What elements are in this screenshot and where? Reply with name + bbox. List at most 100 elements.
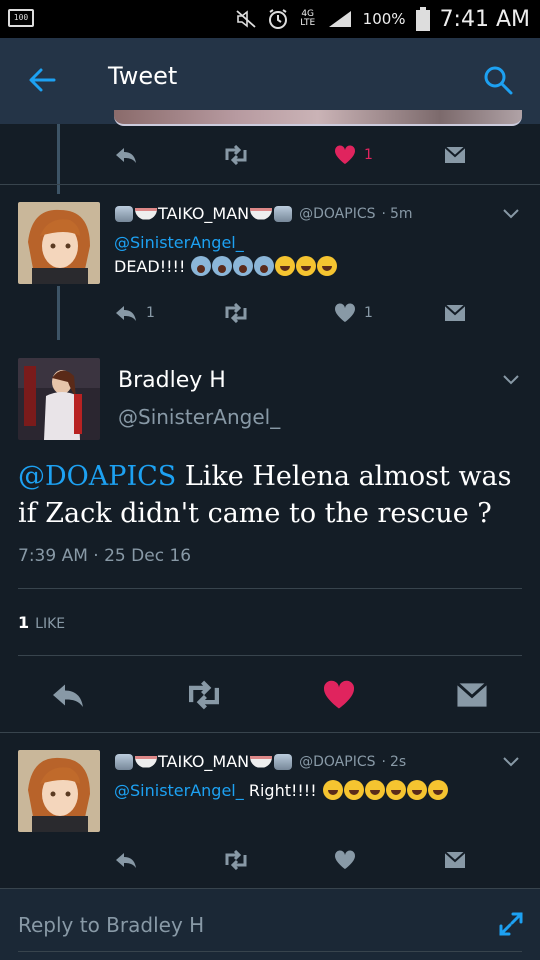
like-count: 1	[364, 147, 373, 163]
chevron-down-icon[interactable]	[502, 756, 520, 768]
display-name[interactable]: TAIKO_MAN	[158, 752, 249, 771]
retweet-button[interactable]	[222, 845, 250, 875]
envelope-icon	[444, 146, 466, 163]
reply-icon	[53, 684, 83, 707]
reply-input[interactable]: Reply to Bradley H	[18, 913, 204, 937]
laughing-emoji-icon	[275, 256, 296, 276]
retweet-button[interactable]	[222, 140, 250, 170]
dm-button[interactable]	[456, 670, 488, 720]
mountain-emoji-icon	[274, 205, 293, 222]
reply-count: 1	[146, 305, 155, 321]
username[interactable]: @SinisterAngel_	[118, 405, 280, 429]
reply-button[interactable]	[114, 140, 138, 170]
search-icon[interactable]	[482, 64, 514, 96]
chevron-down-icon[interactable]	[502, 208, 520, 220]
tweet-text: @SinisterAngel_ Right!!!!	[114, 780, 448, 802]
divider	[0, 732, 540, 733]
tweet-text: @DOAPICS Like Helena almost was if Zack …	[18, 458, 528, 532]
retweet-button[interactable]	[222, 298, 250, 328]
tweet-actions: 1	[114, 140, 474, 170]
avatar[interactable]	[18, 750, 100, 832]
mountain-emoji-icon	[115, 205, 133, 222]
reply-button[interactable]: 1	[114, 298, 155, 328]
tweet-date: 25 Dec 16	[104, 546, 192, 566]
divider	[18, 655, 522, 656]
like-button[interactable]	[322, 670, 356, 720]
laughing-emoji-icon	[317, 256, 338, 276]
username[interactable]: @DOAPICS	[299, 206, 375, 222]
back-arrow-icon[interactable]	[24, 62, 60, 98]
mention-link[interactable]: @SinisterAngel_	[114, 781, 244, 800]
page-title: Tweet	[108, 62, 178, 90]
relative-time: 2s	[389, 753, 407, 770]
ramen-emoji-icon	[250, 755, 273, 768]
separator-dot: ·	[93, 546, 105, 566]
retweet-button[interactable]	[184, 670, 224, 720]
reply-icon	[116, 306, 136, 321]
scream-emoji-icon	[212, 256, 233, 276]
envelope-icon	[444, 304, 466, 321]
like-count: 1	[364, 305, 373, 321]
like-total: 1	[18, 613, 30, 632]
retweet-icon	[189, 680, 219, 710]
envelope-icon	[456, 682, 488, 707]
mention-link[interactable]: @DOAPICS	[18, 461, 176, 492]
laughing-emoji-icon	[322, 780, 343, 800]
tweet-text: DEAD!!!!	[114, 256, 338, 278]
reply-composer: Reply to Bradley H	[0, 888, 540, 960]
reply-icon	[116, 148, 136, 163]
media-image-cropped[interactable]	[114, 110, 522, 126]
like-button[interactable]: 1	[334, 140, 373, 170]
laughing-emoji-icon	[406, 780, 427, 800]
tweet-timestamp: 7:39 AM · 25 Dec 16	[18, 546, 191, 566]
mountain-emoji-icon	[115, 753, 133, 770]
like-button[interactable]	[334, 845, 356, 875]
laughing-emoji-icon	[364, 780, 385, 800]
retweet-icon	[225, 850, 247, 870]
tweet-actions	[114, 845, 474, 875]
ramen-emoji-icon	[135, 755, 157, 768]
envelope-icon	[444, 851, 466, 868]
retweet-icon	[225, 303, 247, 323]
relative-time: 5m	[389, 205, 413, 222]
divider	[18, 588, 522, 589]
expand-icon[interactable]	[498, 911, 524, 937]
signal-icon	[328, 11, 351, 27]
avatar[interactable]	[18, 358, 100, 440]
separator-dot: ·	[381, 205, 386, 222]
tweet-header: TAIKO_MAN @DOAPICS · 5m	[114, 204, 413, 223]
dm-button[interactable]	[444, 140, 466, 170]
retweet-icon	[225, 145, 247, 165]
tweet-actions: 1 1	[114, 298, 474, 328]
likes-summary[interactable]: 1 LIKE	[18, 613, 65, 632]
chevron-down-icon[interactable]	[502, 374, 520, 386]
scream-emoji-icon	[191, 256, 212, 276]
mute-icon	[236, 10, 256, 28]
mention-link[interactable]: @SinisterAngel_	[114, 233, 244, 252]
reply-button[interactable]	[50, 670, 86, 720]
battery-icon	[415, 7, 430, 31]
like-label: LIKE	[35, 616, 66, 632]
dm-button[interactable]	[444, 845, 466, 875]
dm-button[interactable]	[444, 298, 466, 328]
battery-percent: 100%	[362, 10, 406, 28]
laughing-emoji-icon	[343, 780, 364, 800]
tweet-text: @SinisterAngel_	[114, 232, 244, 254]
scream-emoji-icon	[254, 256, 275, 276]
username[interactable]: @DOAPICS	[299, 754, 375, 770]
tweet-actions-main	[0, 670, 540, 720]
mountain-emoji-icon	[274, 753, 293, 770]
heart-filled-icon	[334, 145, 356, 164]
tweet-header: TAIKO_MAN @DOAPICS · 2s	[114, 752, 406, 771]
separator-dot: ·	[381, 753, 386, 770]
heart-icon	[334, 303, 356, 322]
display-name[interactable]: TAIKO_MAN	[158, 204, 249, 223]
heart-filled-icon	[323, 680, 355, 709]
avatar[interactable]	[18, 202, 100, 284]
divider	[0, 184, 540, 185]
like-button[interactable]: 1	[334, 298, 373, 328]
display-name[interactable]: Bradley H	[118, 368, 226, 393]
reply-button[interactable]	[114, 845, 138, 875]
thread-connector	[57, 286, 60, 340]
clock: 7:41 AM	[439, 6, 530, 32]
